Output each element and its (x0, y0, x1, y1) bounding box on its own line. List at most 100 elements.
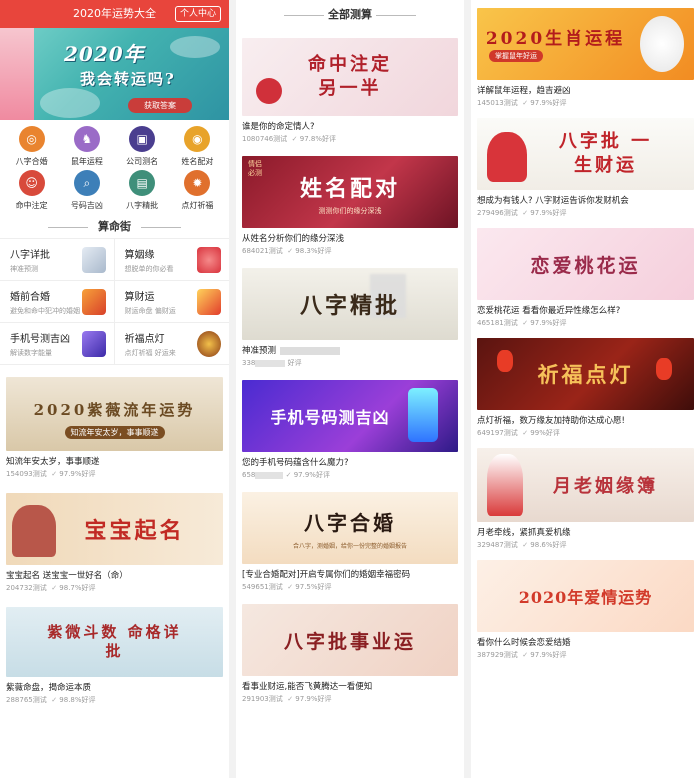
banner-title: 八字精批 (299, 293, 400, 319)
test-card[interactable]: 2020生肖运程 掌握鼠年好运 详解鼠年运程，趋吉避凶 145013测试 97.… (471, 8, 700, 108)
profile-button[interactable]: 个人中心 (174, 6, 221, 22)
banner-title: 命中注定 另一半 (308, 54, 392, 99)
icon-item-lantern[interactable]: ✹ 点灯祈福 (170, 170, 225, 214)
lamp-icon (197, 331, 221, 357)
icon-item-bazi-hehun[interactable]: ◎ 八字合婚 (4, 126, 59, 170)
matchmaker-illustration (487, 454, 523, 516)
card-tests: 145013测试 (477, 99, 518, 107)
street-item-caiyun[interactable]: 算财运 财运命盘 偏财运 (114, 281, 229, 323)
fortune-street-grid: 八字详批 神准预测 算姻缘 想脱单的你必看 婚前合婚 避免和命中犯冲的婚姻 算财… (0, 238, 229, 365)
icon-label: 公司测名 (126, 157, 159, 166)
card-meta: 658 97.9%好评 (242, 470, 458, 480)
icon-item-destiny[interactable]: ☺ 命中注定 (4, 170, 59, 214)
test-card[interactable]: 八字批事业运 看事业财运,能否飞黄腾达一看便知 291903测试 97.9%好评 (236, 604, 464, 704)
card-banner: 紫微斗数 命格详批 (6, 607, 223, 677)
page: 2020年运势大全 个人中心 2020年 我会转运吗? 获取答案 ◎ 八字合婚 … (0, 0, 700, 778)
hero-answer-button[interactable]: 获取答案 (128, 98, 192, 113)
lantern-illustration (656, 358, 672, 380)
card-title: 看你什么时候会恋爱结婚 (477, 638, 571, 648)
icon-label: 姓名配对 (181, 157, 214, 166)
rings-icon: ◎ (18, 126, 45, 152)
hero-banner[interactable]: 2020年 我会转运吗? 获取答案 (0, 28, 229, 120)
person-icon: ☺ (18, 170, 45, 196)
card-rating: 97.9%好评 (522, 651, 566, 659)
card-meta: 1080746测试 97.8%好评 (242, 134, 458, 144)
child-illustration (12, 505, 56, 557)
card-tests: 338 (242, 359, 256, 367)
couple-icon (81, 289, 106, 315)
phone-number-icon (81, 331, 106, 357)
test-card[interactable]: 手机号码测吉凶 您的手机号码蕴含什么魔力? 658 97.9%好评 (236, 380, 464, 480)
home-column: 2020年运势大全 个人中心 2020年 我会转运吗? 获取答案 ◎ 八字合婚 … (0, 0, 229, 778)
icon-item-company-name[interactable]: ▣ 公司测名 (115, 126, 170, 170)
test-card[interactable]: 恋爱桃花运 恋爱桃花运 看看你最近异性缘怎么样? 465181测试 97.9%好… (471, 228, 700, 328)
card-meta: 145013测试 97.9%好评 (477, 98, 694, 108)
card-tests: 291903测试 (242, 695, 283, 703)
street-item-bazi-xiangpi[interactable]: 八字详批 神准预测 (0, 239, 115, 281)
card-rating: 97.9%好评 (522, 319, 566, 327)
blurred-text (255, 359, 286, 367)
card-meta: 291903测试 97.9%好评 (242, 694, 458, 704)
top-bar: 2020年运势大全 个人中心 (0, 0, 229, 28)
card-tests: 649197测试 (477, 429, 518, 437)
banner-title: 紫微斗数 命格详批 (47, 623, 182, 660)
banner-title: 恋爱桃花运 (530, 254, 641, 277)
test-card[interactable]: 祈福点灯 点灯祈福，数万缘友加持助你达成心愿! 649197测试 99%好评 (471, 338, 700, 438)
card-meta: 329487测试 98.6%好评 (477, 540, 694, 550)
feature-card[interactable]: 2020紫薇流年运势 知流年安太岁，事事顺遂 知流年安太岁，事事顺遂 15409… (0, 377, 229, 479)
test-card[interactable]: 八字精批 神准预测 338 好评 (236, 268, 464, 368)
icon-item-shunian[interactable]: ♞ 鼠年运程 (59, 126, 114, 170)
banner-title: 手机号码测吉凶 (270, 408, 390, 427)
banner-subtitle: 掌握鼠年好运 (489, 50, 543, 62)
card-meta: 154093测试 97.9%好评 (6, 469, 223, 479)
card-banner: 八字批事业运 (242, 604, 458, 676)
icon-item-bazi-jingpi[interactable]: ▤ 八字精批 (115, 170, 170, 214)
card-meta: 684021测试 98.3%好评 (242, 246, 458, 256)
card-meta: 387929测试 97.9%好评 (477, 650, 694, 660)
street-item-lantern[interactable]: 祈福点灯 点灯祈福 好运来 (114, 323, 229, 365)
test-card[interactable]: 命中注定 另一半 谁是你的命定情人? 1080746测试 97.8%好评 (236, 38, 464, 144)
banner-title: 宝宝起名 (84, 518, 185, 544)
street-item-hunqian[interactable]: 婚前合婚 避免和命中犯冲的婚姻 (0, 281, 115, 323)
street-item-phone[interactable]: 手机号测吉凶 解读数字能量 (0, 323, 115, 365)
card-title: 看事业财运,能否飞黄腾达一看便知 (242, 682, 373, 692)
card-title: [专业合婚配对]开启专属你们的婚姻幸福密码 (242, 570, 411, 580)
icon-label: 命中注定 (15, 201, 48, 210)
feature-card[interactable]: 紫微斗数 命格详批 紫薇命盘，揭命运本质 288765测试 98.8%好评 (0, 607, 229, 705)
icon-label: 鼠年运程 (70, 157, 103, 166)
magnifier-icon: ⌕ (73, 170, 100, 196)
cloud-decoration (40, 88, 100, 118)
icon-label: 点灯祈福 (181, 201, 214, 210)
banner-title: 八字批事业运 (283, 630, 416, 653)
banner-title: 八字合婚 (304, 510, 396, 535)
banner-subtitle: 知流年安太岁，事事顺遂 (64, 426, 165, 439)
card-tests: 658 (242, 471, 256, 479)
card-title: 紫薇命盘，揭命运本质 (6, 683, 92, 693)
banner-subtitle: 测测你们的缘分深浅 (318, 207, 382, 215)
card-title: 知流年安太岁，事事顺遂 (6, 457, 100, 467)
street-item-yinyuan[interactable]: 算姻缘 想脱单的你必看 (114, 239, 229, 281)
test-card[interactable]: 月老姻缘簿 月老牵线，紧抓真爱机缘 329487测试 98.6%好评 (471, 448, 700, 550)
card-rating: 好评 (287, 359, 302, 367)
blurred-text (280, 346, 341, 355)
card-title-text: 神准预测 (242, 346, 277, 356)
icon-item-name-match[interactable]: ◉ 姓名配对 (170, 126, 225, 170)
test-card[interactable]: 情侣必测 姓名配对 测测你们的缘分深浅 从姓名分析你们的缘分深浅 684021测… (236, 156, 464, 256)
briefcase-icon: ▣ (129, 126, 156, 152)
umbrella-icon (197, 247, 221, 273)
card-rating: 98.6%好评 (522, 541, 566, 549)
icon-item-number[interactable]: ⌕ 号码吉凶 (59, 170, 114, 214)
test-card[interactable]: 八字批 一生财运 想成为有钱人? 八字财运告诉你发财机会 279496测试 97… (471, 118, 700, 218)
card-meta: 279496测试 97.9%好评 (477, 208, 694, 218)
app-title: 2020年运势大全 (73, 7, 156, 20)
card-rating: 97.9%好评 (522, 99, 566, 107)
card-banner: 八字精批 (242, 268, 458, 340)
more-tests-column: 2020生肖运程 掌握鼠年好运 详解鼠年运程，趋吉避凶 145013测试 97.… (471, 0, 700, 778)
test-card[interactable]: 2020年爱情运势 看你什么时候会恋爱结婚 387929测试 97.9%好评 (471, 560, 700, 660)
banner-subtitle: 合八字，测婚姻，给你一份完整的婚姻报告 (292, 543, 408, 550)
lantern-icon: ✹ (184, 170, 211, 196)
feature-card[interactable]: 宝宝起名 宝宝起名 送宝宝一世好名（命） 204732测试 98.7%好评 (0, 493, 229, 593)
lantern-illustration (497, 350, 513, 372)
test-card[interactable]: 八字合婚 合八字，测婚姻，给你一份完整的婚姻报告 [专业合婚配对]开启专属你们的… (236, 492, 464, 592)
card-tests: 387929测试 (477, 651, 518, 659)
